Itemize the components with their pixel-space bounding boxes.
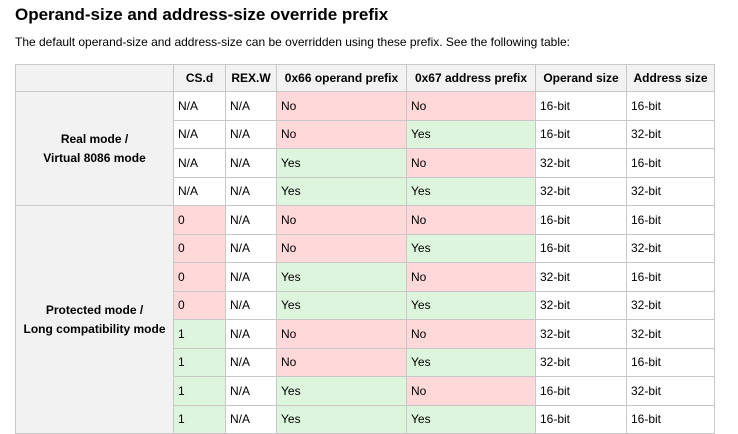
rex-w-cell: N/A: [225, 148, 277, 178]
address-size-cell: 16-bit: [626, 404, 715, 434]
operand-prefix-cell: No: [276, 233, 407, 263]
header-operand-size: Operand size: [535, 64, 627, 92]
page-title: Operand-size and address-size override p…: [15, 5, 389, 24]
address-size-cell: 32-bit: [626, 233, 715, 263]
cs-d-cell: N/A: [173, 148, 226, 178]
rex-w-cell: N/A: [225, 347, 277, 377]
operand-prefix-cell: Yes: [276, 376, 407, 406]
header-cs-d: CS.d: [173, 64, 226, 92]
operand-prefix-cell: Yes: [276, 148, 407, 178]
page: Operand-size and address-size override p…: [0, 0, 738, 434]
address-size-cell: 16-bit: [626, 205, 715, 235]
rex-w-cell: N/A: [225, 404, 277, 434]
address-prefix-cell: No: [406, 205, 536, 235]
cs-d-cell: 1: [173, 319, 226, 349]
address-prefix-cell: No: [406, 319, 536, 349]
address-prefix-cell: No: [406, 262, 536, 292]
operand-size-cell: 16-bit: [535, 404, 627, 434]
address-size-cell: 32-bit: [626, 119, 715, 149]
address-prefix-cell: Yes: [406, 404, 536, 434]
header-operand-prefix: 0x66 operand prefix: [276, 64, 407, 92]
address-size-cell: 16-bit: [626, 91, 715, 121]
cs-d-cell: N/A: [173, 91, 226, 121]
operand-size-cell: 16-bit: [535, 119, 627, 149]
address-prefix-cell: Yes: [406, 233, 536, 263]
address-prefix-cell: Yes: [406, 119, 536, 149]
operand-prefix-cell: No: [276, 347, 407, 377]
address-size-cell: 16-bit: [626, 262, 715, 292]
operand-prefix-cell: No: [276, 205, 407, 235]
cs-d-cell: 0: [173, 233, 226, 263]
mode-label-line1: Real mode /: [60, 131, 129, 146]
address-prefix-cell: No: [406, 376, 536, 406]
rex-w-cell: N/A: [225, 290, 277, 320]
rex-w-cell: N/A: [225, 233, 277, 263]
operand-prefix-cell: No: [276, 319, 407, 349]
table-row: Protected mode / Long compatibility mode 0…: [15, 205, 715, 434]
rex-w-cell: N/A: [225, 376, 277, 406]
address-prefix-cell: Yes: [406, 290, 536, 320]
address-prefix-cell: Yes: [406, 347, 536, 377]
mode-cell: Protected mode / Long compatibility mode: [15, 205, 174, 434]
cs-d-cell: 0: [173, 262, 226, 292]
operand-prefix-cell: Yes: [276, 290, 407, 320]
rex-w-cell: N/A: [225, 176, 277, 206]
operand-prefix-cell: Yes: [276, 404, 407, 434]
cs-d-cell: 0: [173, 290, 226, 320]
cs-d-cell: N/A: [173, 176, 226, 206]
address-size-cell: 32-bit: [626, 376, 715, 406]
mode-label-line1: Protected mode /: [45, 302, 144, 317]
operand-size-cell: 32-bit: [535, 262, 627, 292]
rex-w-cell: N/A: [225, 119, 277, 149]
operand-size-cell: 32-bit: [535, 347, 627, 377]
address-prefix-cell: No: [406, 91, 536, 121]
table-body: Real mode / Virtual 8086 mode N/A N/A No No 16…: [15, 91, 715, 434]
address-prefix-cell: No: [406, 148, 536, 178]
operand-size-cell: 32-bit: [535, 290, 627, 320]
address-size-cell: 16-bit: [626, 347, 715, 377]
address-size-cell: 16-bit: [626, 148, 715, 178]
cs-d-cell: 0: [173, 205, 226, 235]
mode-label-line2: Long compatibility mode: [23, 321, 166, 336]
override-prefix-table: CS.d REX.W 0x66 operand prefix 0x67 addr…: [15, 64, 715, 434]
operand-size-cell: 32-bit: [535, 319, 627, 349]
rex-w-cell: N/A: [225, 319, 277, 349]
mode-cell: Real mode / Virtual 8086 mode: [15, 91, 174, 206]
header-address-size: Address size: [626, 64, 715, 92]
cs-d-cell: 1: [173, 347, 226, 377]
address-prefix-cell: Yes: [406, 176, 536, 206]
operand-size-cell: 32-bit: [535, 148, 627, 178]
operand-prefix-cell: Yes: [276, 176, 407, 206]
operand-size-cell: 16-bit: [535, 91, 627, 121]
rex-w-cell: N/A: [225, 205, 277, 235]
operand-size-cell: 16-bit: [535, 233, 627, 263]
operand-size-cell: 16-bit: [535, 205, 627, 235]
operand-size-cell: 16-bit: [535, 376, 627, 406]
cs-d-cell: 1: [173, 404, 226, 434]
operand-prefix-cell: No: [276, 119, 407, 149]
address-size-cell: 32-bit: [626, 319, 715, 349]
address-size-cell: 32-bit: [626, 176, 715, 206]
header-rex-w: REX.W: [225, 64, 277, 92]
intro-paragraph: The default operand-size and address-siz…: [15, 35, 571, 49]
operand-size-cell: 32-bit: [535, 176, 627, 206]
operand-prefix-cell: No: [276, 91, 407, 121]
address-size-cell: 32-bit: [626, 290, 715, 320]
rex-w-cell: N/A: [225, 91, 277, 121]
header-mode: [15, 64, 174, 92]
mode-label-line2: Virtual 8086 mode: [43, 150, 146, 165]
header-address-prefix: 0x67 address prefix: [406, 64, 536, 92]
table-header-row: CS.d REX.W 0x66 operand prefix 0x67 addr…: [15, 64, 715, 92]
operand-prefix-cell: Yes: [276, 262, 407, 292]
cs-d-cell: N/A: [173, 119, 226, 149]
rex-w-cell: N/A: [225, 262, 277, 292]
cs-d-cell: 1: [173, 376, 226, 406]
table-row: Real mode / Virtual 8086 mode N/A N/A No No 16…: [15, 91, 715, 206]
